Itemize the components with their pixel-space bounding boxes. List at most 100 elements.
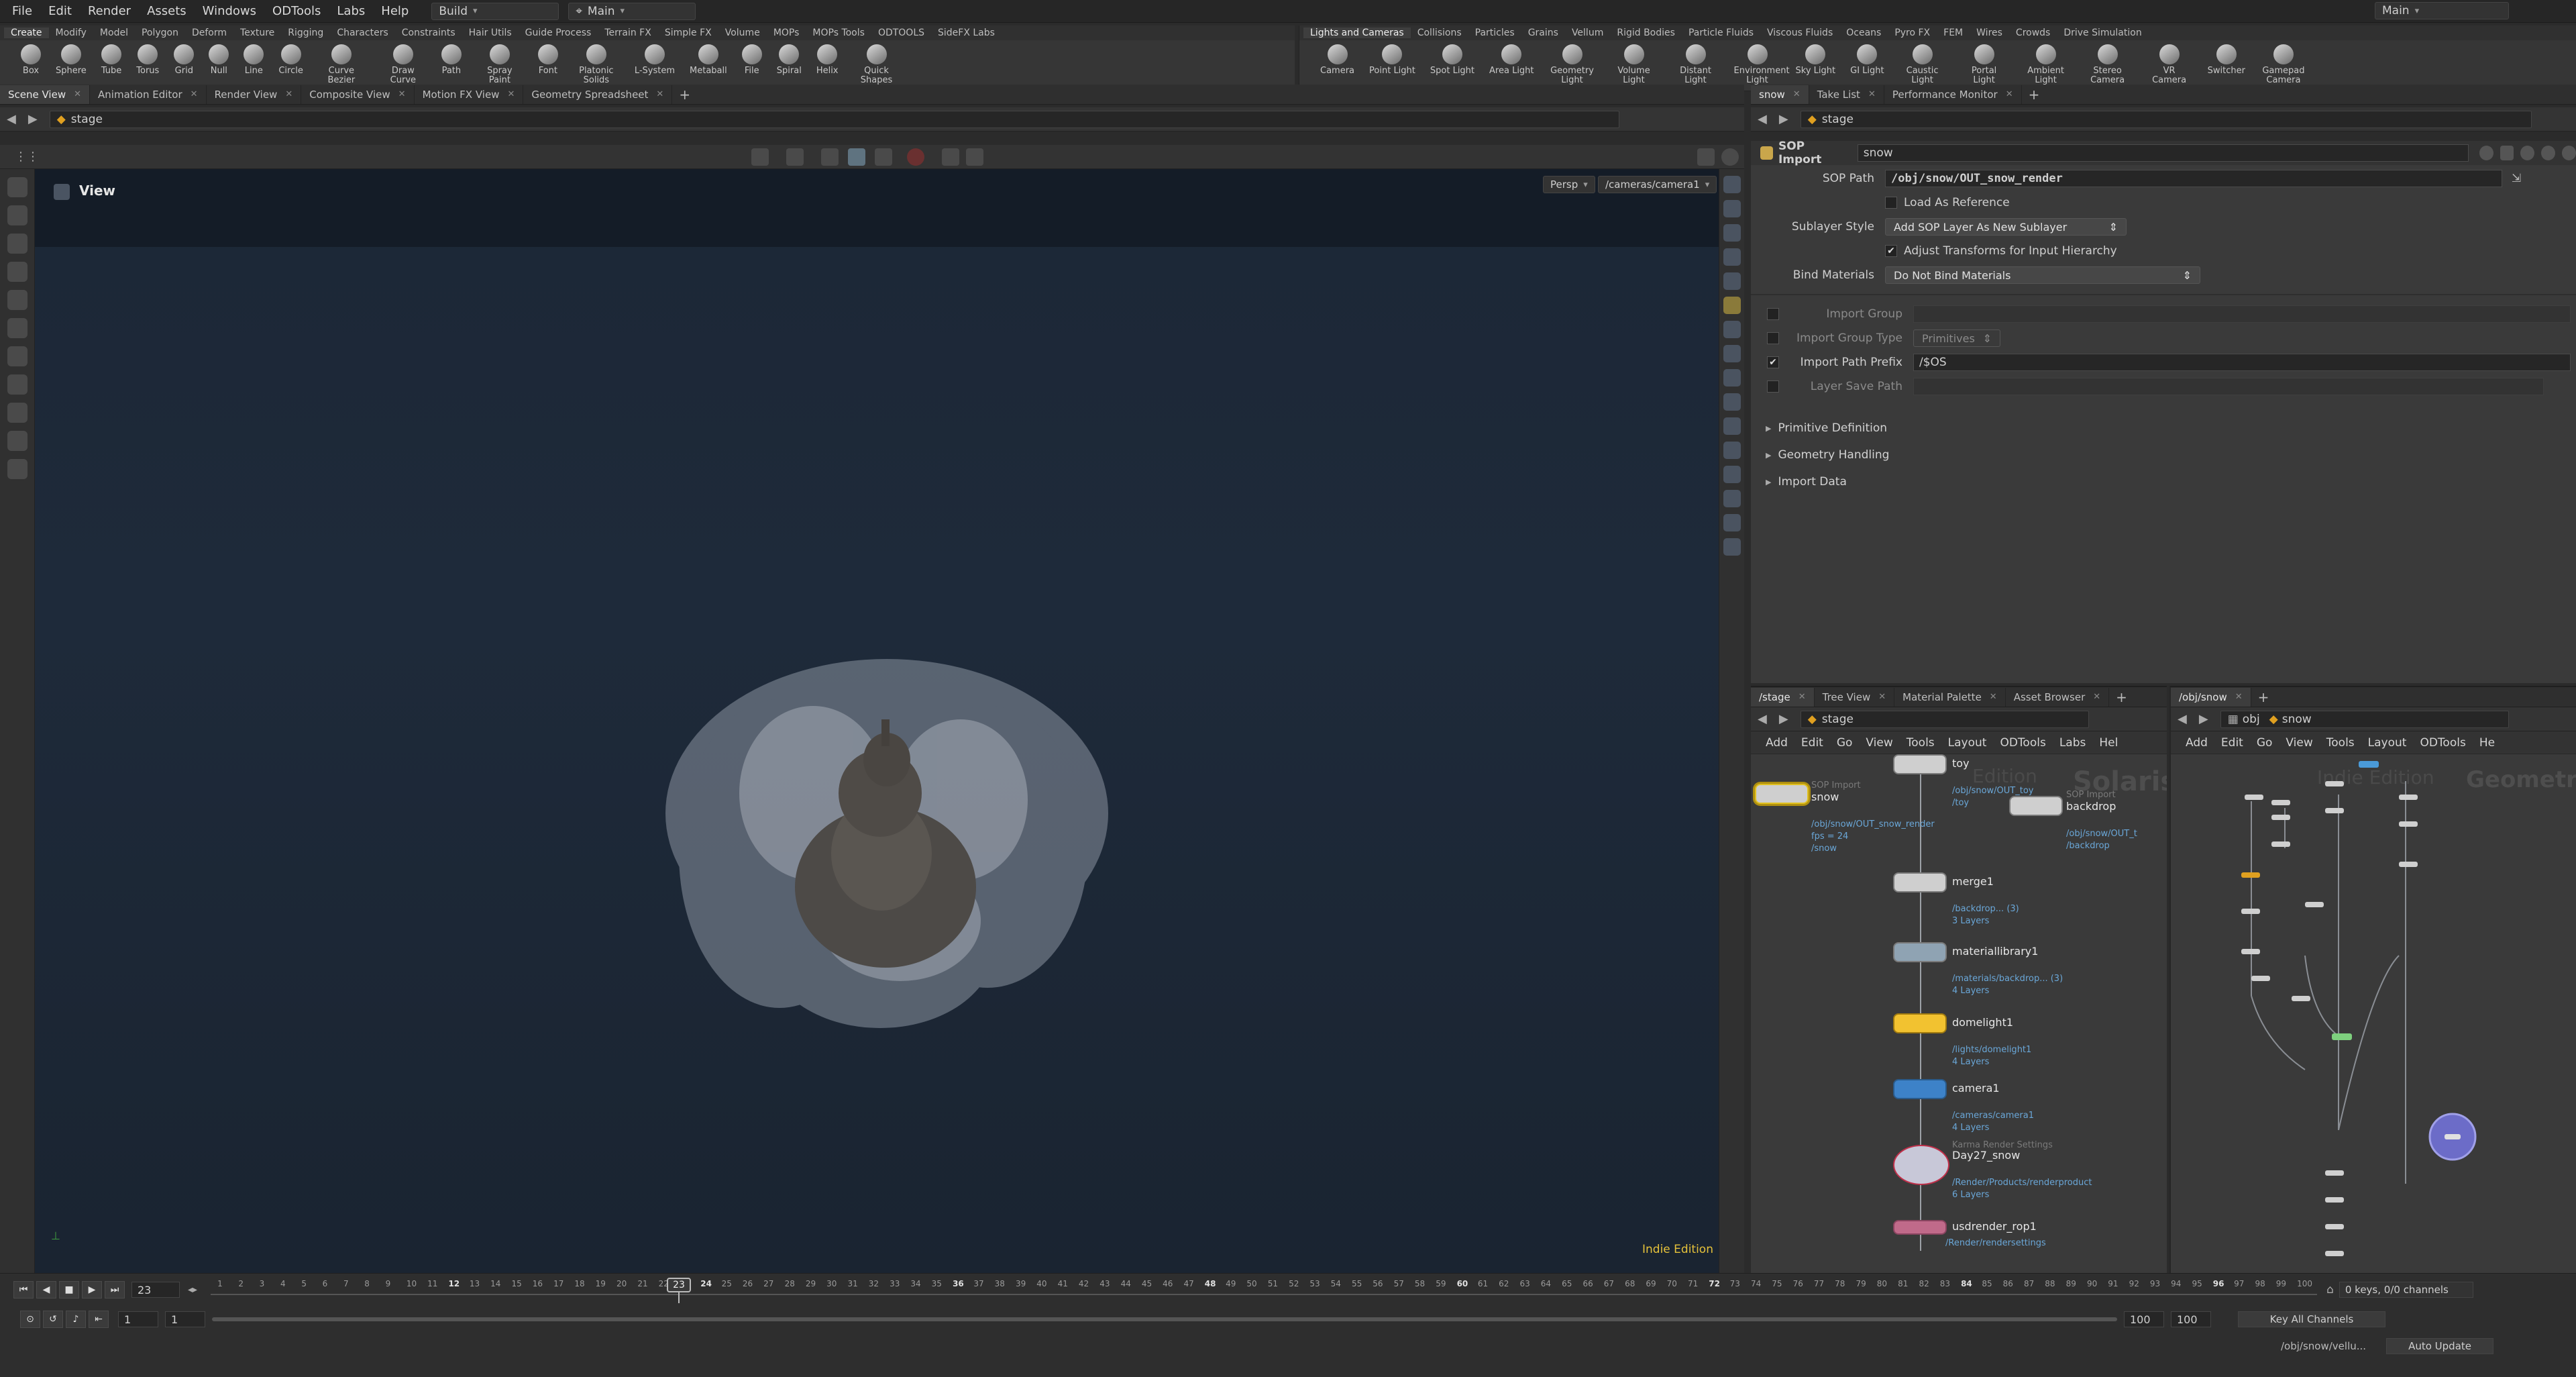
shelf-tab-sidefx-labs[interactable]: SideFX Labs xyxy=(931,28,1002,38)
node-snow[interactable] xyxy=(1755,784,1809,804)
display-icon-1[interactable] xyxy=(1723,176,1741,193)
tool-line[interactable]: Line xyxy=(244,44,264,76)
help-icon[interactable] xyxy=(1721,148,1739,166)
tool-geometry-light[interactable]: Geometry Light xyxy=(1549,44,1596,85)
tool-stereo-camera[interactable]: Stereo Camera xyxy=(2084,44,2131,85)
shelf-tab-mops[interactable]: MOPs xyxy=(767,28,806,38)
tool-volume-light[interactable]: Volume Light xyxy=(1611,44,1658,85)
shelf-tab-rigid-bodies[interactable]: Rigid Bodies xyxy=(1610,28,1682,38)
node-backdrop[interactable] xyxy=(2009,796,2063,816)
shelf-tab-wires[interactable]: Wires xyxy=(1970,28,2009,38)
tool-font[interactable]: Font xyxy=(537,44,558,76)
shelf-tab-crowds[interactable]: Crowds xyxy=(2009,28,2057,38)
stage-menu-edit[interactable]: Edit xyxy=(1801,736,1823,750)
sop-path-field[interactable]: /obj/snow/OUT_snow_render xyxy=(1885,170,2502,187)
tool-l-system[interactable]: L-System xyxy=(635,44,675,76)
viewer-tab-render-view[interactable]: Render View ✕ xyxy=(207,85,302,104)
node-day27-snow[interactable] xyxy=(1893,1145,1949,1185)
tool-spray-paint[interactable]: Spray Paint xyxy=(476,44,523,85)
tool-null[interactable]: Null xyxy=(209,44,229,76)
obj-menu-go[interactable]: Go xyxy=(2257,736,2273,750)
obj-network-canvas[interactable]: Geometry Indie Edition xyxy=(2171,754,2576,1274)
close-icon[interactable]: ✕ xyxy=(1990,692,1997,702)
loop-toggle-icon[interactable]: ↺ xyxy=(43,1311,63,1328)
tool-draw-curve[interactable]: Draw Curve xyxy=(380,44,427,85)
record-icon[interactable] xyxy=(907,148,924,166)
select-mode-icon[interactable] xyxy=(751,148,769,166)
menu-labs[interactable]: Labs xyxy=(337,4,365,18)
tool-spiral[interactable]: Spiral xyxy=(777,44,802,76)
tool-torus[interactable]: Torus xyxy=(136,44,159,76)
stage-menu-labs[interactable]: Labs xyxy=(2059,736,2086,750)
playhead-marker[interactable]: 23 xyxy=(667,1278,692,1292)
shelf-tab-collisions[interactable]: Collisions xyxy=(1411,28,1468,38)
obj-tab-obj-snow[interactable]: /obj/snow ✕ xyxy=(2171,687,2251,707)
play-forward-button[interactable]: ▶ xyxy=(82,1281,102,1298)
update-mode-button[interactable]: Auto Update xyxy=(2386,1338,2494,1354)
shelf-tab-drive-simulation[interactable]: Drive Simulation xyxy=(2057,28,2148,38)
close-icon[interactable]: ✕ xyxy=(2006,89,2013,99)
gear-icon[interactable] xyxy=(2479,146,2493,160)
node-materiallibrary1[interactable] xyxy=(1893,942,1947,962)
shelf-tab-deform[interactable]: Deform xyxy=(185,28,233,38)
stage-network-canvas[interactable]: Solaris Edition toy /obj/snow/OUT_toy /t… xyxy=(1751,754,2167,1274)
stage-tab-material-palette[interactable]: Material Palette ✕ xyxy=(1894,687,2006,707)
menu-file[interactable]: File xyxy=(12,4,32,18)
obj-menu-he[interactable]: He xyxy=(2479,736,2495,750)
menu-render[interactable]: Render xyxy=(88,4,131,18)
obj-menu-tools[interactable]: Tools xyxy=(2326,736,2355,750)
import-path-prefix-field[interactable]: /$OS xyxy=(1913,354,2571,371)
viewer-tab-geometry-spreadsheet[interactable]: Geometry Spreadsheet ✕ xyxy=(523,85,673,104)
viewer-tab-animation-editor[interactable]: Animation Editor ✕ xyxy=(90,85,207,104)
shelf-tab-model[interactable]: Model xyxy=(93,28,135,38)
shelf-tab-oceans[interactable]: Oceans xyxy=(1839,28,1888,38)
close-icon[interactable]: ✕ xyxy=(1793,89,1801,99)
net-forward-arrow-icon[interactable]: ▶ xyxy=(1779,712,1788,726)
play-reverse-button[interactable]: ◀ xyxy=(36,1281,56,1298)
display-icon-11[interactable] xyxy=(1723,466,1741,483)
tool-sphere[interactable]: Sphere xyxy=(56,44,87,76)
range-start-prev-icon[interactable]: ⇤ xyxy=(89,1311,109,1328)
tool-vr-camera[interactable]: VR Camera xyxy=(2146,44,2193,85)
obj-forward-arrow-icon[interactable]: ▶ xyxy=(2199,712,2208,726)
tool-gi-light[interactable]: GI Light xyxy=(1850,44,1884,76)
viewer-settings-icon[interactable] xyxy=(1697,148,1715,166)
audio-toggle-icon[interactable]: ♪ xyxy=(66,1311,86,1328)
folder-primitive-definition[interactable]: Primitive Definition xyxy=(1766,415,2576,442)
tool-circle[interactable]: Circle xyxy=(278,44,303,76)
menu-windows[interactable]: Windows xyxy=(203,4,256,18)
close-icon[interactable]: ✕ xyxy=(507,89,515,99)
rotate-tool-icon[interactable] xyxy=(7,262,28,282)
shelf-tab-polygon[interactable]: Polygon xyxy=(135,28,185,38)
import-path-prefix-checkbox[interactable]: ✔ xyxy=(1767,356,1779,368)
shelf-tab-odtools[interactable]: ODTOOLS xyxy=(871,28,931,38)
display-icon-12[interactable] xyxy=(1723,490,1741,507)
range-slider[interactable] xyxy=(212,1317,2117,1321)
obj-menu-edit[interactable]: Edit xyxy=(2221,736,2243,750)
view-menu-icon[interactable] xyxy=(54,184,70,200)
import-group-checkbox[interactable] xyxy=(1767,308,1779,320)
node-toy[interactable] xyxy=(1893,754,1947,774)
pencil-icon[interactable] xyxy=(2500,146,2514,160)
transform-mode-icon[interactable] xyxy=(786,148,804,166)
obj-menu-layout[interactable]: Layout xyxy=(2368,736,2407,750)
menu-odtools[interactable]: ODTools xyxy=(272,4,321,18)
jump-end-button[interactable]: ⏭ xyxy=(105,1281,125,1298)
shelf-tab-terrain-fx[interactable]: Terrain FX xyxy=(598,28,658,38)
shelf-tab-mops-tools[interactable]: MOPs Tools xyxy=(806,28,871,38)
stage-menu-layout[interactable]: Layout xyxy=(1948,736,1987,750)
tool-curve-bezier[interactable]: Curve Bezier xyxy=(318,44,365,85)
close-icon[interactable]: ✕ xyxy=(1878,692,1886,702)
viewer-tab-scene-view[interactable]: Scene View ✕ xyxy=(0,85,91,104)
add-tab-icon[interactable]: + xyxy=(2116,689,2127,705)
tool-camera[interactable]: Camera xyxy=(1320,44,1354,76)
import-group-type-menu[interactable]: Primitives ⇕ xyxy=(1913,329,2000,347)
close-icon[interactable]: ✕ xyxy=(2093,692,2100,702)
tool-metaball[interactable]: Metaball xyxy=(690,44,727,76)
close-icon[interactable]: ✕ xyxy=(74,89,81,99)
load-as-reference-checkbox[interactable] xyxy=(1885,197,1897,209)
folder-geometry-handling[interactable]: Geometry Handling xyxy=(1766,442,2576,468)
stop-button[interactable]: ■ xyxy=(59,1281,79,1298)
current-frame-field[interactable]: 23 xyxy=(131,1282,180,1298)
key-all-channels-button[interactable]: Key All Channels xyxy=(2238,1311,2385,1327)
